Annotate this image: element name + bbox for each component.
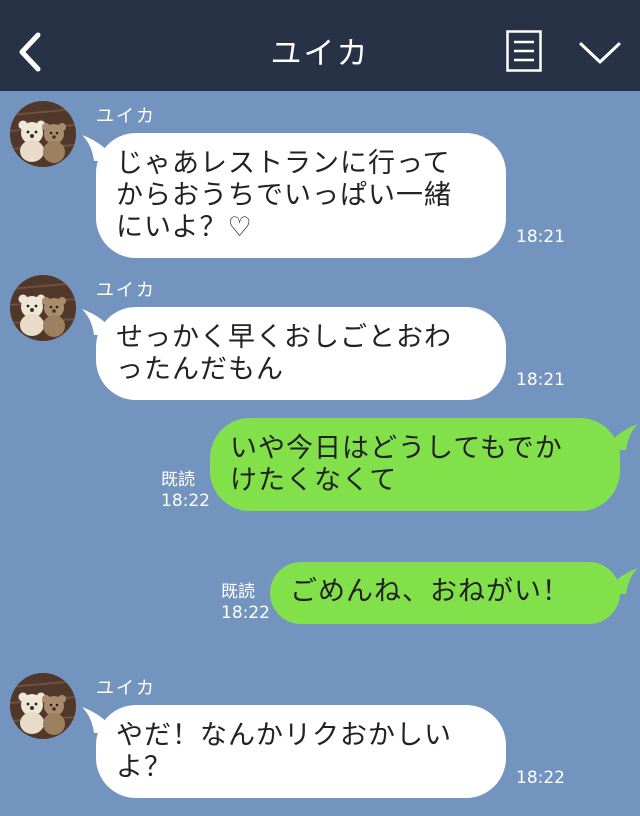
read-label: 既読 — [161, 470, 195, 490]
read-label: 既読 — [221, 582, 255, 602]
message-bubble-incoming[interactable]: じゃあレストランに行って からおうちでいっぱい一緒 にいよ？♡ — [96, 133, 506, 258]
message-time: 18:21 — [516, 227, 565, 247]
teddy-bears-avatar-icon — [10, 101, 76, 167]
sender-name: ユイカ — [96, 106, 156, 127]
collapse-button[interactable] — [578, 38, 622, 68]
message-line: ったんだもん — [116, 354, 284, 385]
sender-name: ユイカ — [96, 678, 156, 699]
message-line: じゃあレストランに行って — [116, 148, 451, 179]
chat-header: ユイカ — [0, 0, 640, 91]
avatar[interactable] — [10, 101, 76, 167]
message-bubble-incoming[interactable]: やだ！なんかリクおかしい よ？ — [96, 705, 506, 798]
chat-title: ユイカ — [270, 36, 370, 72]
message-line: からおうちでいっぱい一緒 — [116, 180, 452, 211]
message-time: 18:22 — [516, 768, 565, 788]
message-line: ごめんね、おねがい！ — [290, 576, 570, 607]
read-receipt: 既読 18:22 — [161, 470, 210, 512]
message-time: 18:22 — [161, 491, 210, 511]
message-line: けたくなくて — [230, 465, 398, 496]
message-line: よ？ — [116, 752, 172, 783]
read-receipt: 既読 18:22 — [221, 582, 270, 624]
message-line: せっかく早くおしごとおわ — [116, 322, 452, 353]
message-time: 18:21 — [516, 370, 565, 390]
teddy-bears-avatar-icon — [10, 275, 76, 341]
sender-name: ユイカ — [96, 280, 156, 301]
bubble-tail — [604, 568, 638, 594]
message-bubble-outgoing[interactable]: いや今日はどうしてもでか けたくなくて — [210, 418, 620, 511]
teddy-bears-avatar-icon — [10, 673, 76, 739]
avatar[interactable] — [10, 275, 76, 341]
menu-button[interactable] — [506, 30, 542, 72]
message-line: やだ！なんかリクおかしい — [116, 720, 452, 751]
message-line: にいよ？♡ — [116, 212, 253, 243]
message-bubble-outgoing[interactable]: ごめんね、おねがい！ — [270, 562, 620, 624]
avatar[interactable] — [10, 673, 76, 739]
chevron-down-icon — [579, 42, 621, 64]
bubble-tail — [604, 424, 638, 450]
message-line: いや今日はどうしてもでか — [230, 433, 563, 464]
message-time: 18:22 — [221, 603, 270, 623]
notes-icon — [506, 30, 542, 72]
message-bubble-incoming[interactable]: せっかく早くおしごとおわ ったんだもん — [96, 307, 506, 400]
